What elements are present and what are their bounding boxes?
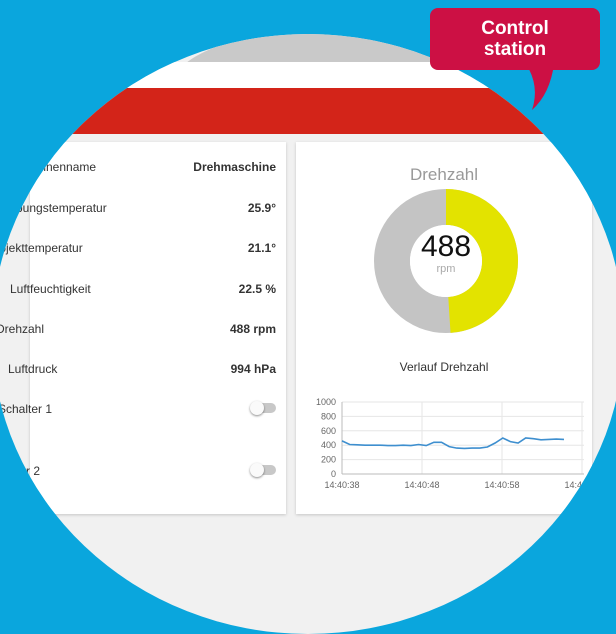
switch-2-toggle[interactable] [250, 463, 276, 477]
rpm-history-chart: 0 200 400 600 800 1000 14:40:38 14:40:48 14:40:5… [316, 397, 592, 490]
row-label: Schalter 1 [0, 402, 53, 416]
list-item: Objekttemperatur 21.1° [0, 237, 286, 261]
zoom-lens: Maschinenname Drehmaschine Umgebungstemp… [0, 34, 616, 634]
gauge-unit: rpm [436, 263, 456, 275]
row-value: 25.9° [247, 201, 276, 215]
row-label: Drehzahl [0, 322, 45, 336]
list-item: Drehzahl 488 rpm [0, 318, 286, 342]
row-value: 994 hPa [230, 362, 276, 376]
row-label: Luftdruck [8, 362, 58, 376]
x-tick-label: 14:40:58 [484, 480, 519, 490]
y-tick-label: 600 [321, 426, 336, 436]
row-value: 21.1° [247, 241, 276, 255]
x-tick-label: 14:41:08 [564, 480, 592, 490]
row-label: Umgebungstemperatur [0, 201, 107, 215]
toggle-knob [250, 401, 264, 415]
gauge-title: Drehzahl [409, 165, 479, 184]
list-item: Schalter 2 [0, 460, 286, 484]
badge-line-2: station [483, 39, 547, 60]
row-value: 488 rpm [229, 322, 276, 336]
row-label: Objekttemperatur [0, 241, 83, 255]
row-value: Drehmaschine [193, 160, 276, 174]
row-label: Maschinenname [8, 160, 97, 174]
list-item: Schalter 1 [0, 398, 286, 422]
row-value: 22.5 % [238, 282, 276, 296]
series-line [341, 437, 565, 450]
y-tick-label: 800 [321, 411, 336, 421]
list-item: Luftdruck 994 hPa [8, 358, 286, 382]
list-item: Maschinenname Drehmaschine [8, 156, 286, 180]
y-tick-label: 400 [321, 440, 336, 450]
machine-info-panel: Maschinenname Drehmaschine Umgebungstemp… [0, 142, 286, 514]
row-label: Schalter 2 [0, 464, 41, 478]
dashboard-view: Maschinenname Drehmaschine Umgebungstemp… [0, 34, 616, 516]
toggle-knob [250, 463, 264, 477]
app-header-bar [0, 88, 616, 134]
list-item: Luftfeuchtigkeit 22.5 % [10, 278, 286, 302]
chart-title: Verlauf Drehzahl [399, 360, 489, 374]
x-tick-label: 14:40:38 [324, 480, 359, 490]
list-item: Umgebungstemperatur 25.9° [0, 197, 286, 221]
y-tick-label: 200 [321, 455, 336, 465]
row-label: Luftfeuchtigkeit [10, 282, 91, 296]
x-tick-label: 14:40:48 [404, 480, 439, 490]
badge-line-1: Control [481, 18, 549, 39]
switch-1-toggle[interactable] [250, 401, 276, 415]
y-tick-label: 1000 [316, 397, 336, 407]
y-tick-label: 0 [331, 469, 336, 479]
gauge-value: 488 [420, 230, 472, 263]
badge-pointer [526, 64, 554, 110]
control-station-badge: Control station [430, 8, 600, 70]
